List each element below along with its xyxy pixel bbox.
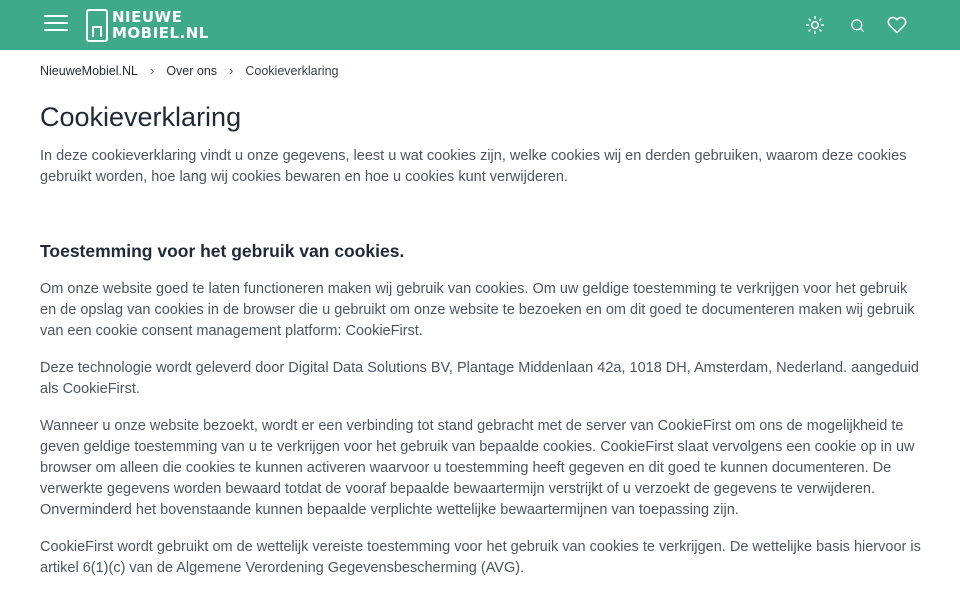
logo-text: NIEUWE MOBIEL.NL [112, 9, 209, 41]
phone-logo-icon [86, 8, 108, 42]
logo-line-1: NIEUWE [112, 8, 183, 26]
page-title: Cookieverklaring [40, 102, 242, 132]
chevron-right-icon: › [149, 63, 155, 78]
top-navigation-bar: NIEUWE MOBIEL.NL [0, 0, 960, 50]
search-icon[interactable] [845, 13, 869, 37]
sun-icon[interactable] [803, 13, 827, 37]
breadcrumb-over-ons-link[interactable]: Over ons [166, 64, 217, 78]
intro-paragraph: In deze cookieverklaring vindt u onze ge… [40, 148, 907, 185]
logo-line-2: MOBIEL.NL [112, 24, 209, 42]
site-logo[interactable]: NIEUWE MOBIEL.NL [86, 8, 209, 42]
paragraph: Wanneer u onze website bezoekt, wordt er… [40, 418, 915, 518]
breadcrumb-current: Cookieverklaring [245, 63, 339, 78]
section-title: Toestemming voor het gebruik van cookies… [40, 241, 405, 261]
paragraph: CookieFirst wordt gebruikt om de wetteli… [40, 539, 921, 576]
main-content: Cookieverklaring In deze cookieverklarin… [40, 100, 925, 595]
breadcrumb: NieuweMobiel.NL › Over ons › Cookieverkl… [40, 63, 338, 78]
paragraph: Om onze website goed te laten functioner… [40, 281, 915, 339]
chevron-right-icon: › [229, 63, 234, 78]
heart-icon[interactable] [885, 13, 909, 37]
paragraph: Deze technologie wordt geleverd door Dig… [40, 360, 919, 397]
breadcrumb-home-link[interactable]: NieuweMobiel.NL [40, 64, 138, 78]
hamburger-icon[interactable] [44, 15, 68, 35]
